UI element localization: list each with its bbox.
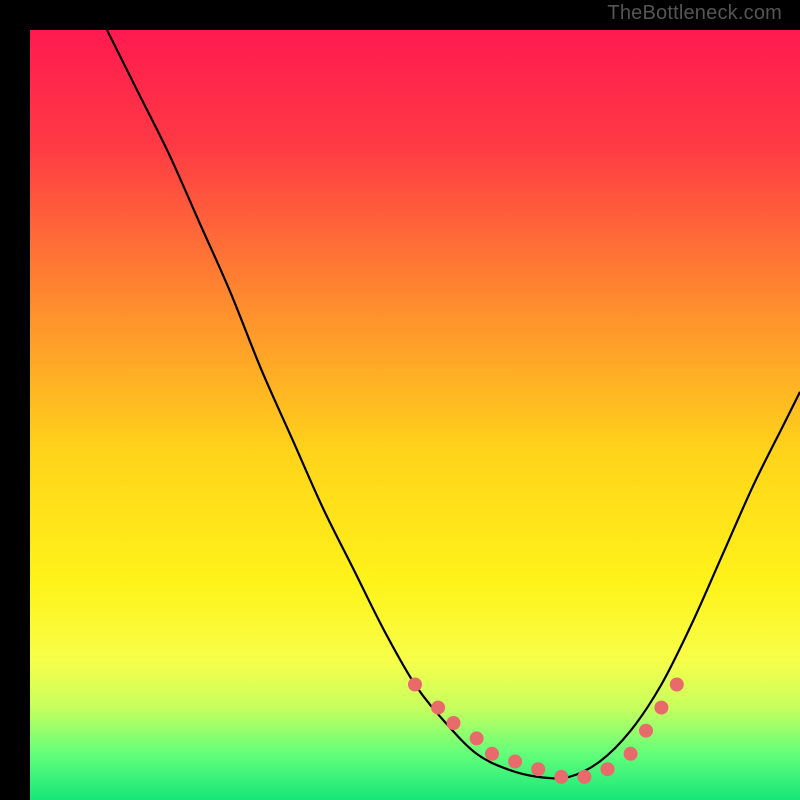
- marker-dot: [639, 724, 653, 738]
- marker-dot: [670, 678, 684, 692]
- marker-dot: [431, 701, 445, 715]
- marker-dot: [447, 716, 461, 730]
- bottleneck-chart: [30, 30, 800, 800]
- marker-dot: [408, 678, 422, 692]
- marker-dot: [531, 762, 545, 776]
- marker-dot: [577, 770, 591, 784]
- marker-dot: [470, 731, 484, 745]
- marker-dot: [485, 747, 499, 761]
- marker-dot: [554, 770, 568, 784]
- watermark-text: TheBottleneck.com: [607, 2, 782, 25]
- chart-frame: [15, 15, 785, 785]
- marker-dot: [508, 755, 522, 769]
- marker-dot: [624, 747, 638, 761]
- marker-dot: [601, 762, 615, 776]
- marker-dot: [654, 701, 668, 715]
